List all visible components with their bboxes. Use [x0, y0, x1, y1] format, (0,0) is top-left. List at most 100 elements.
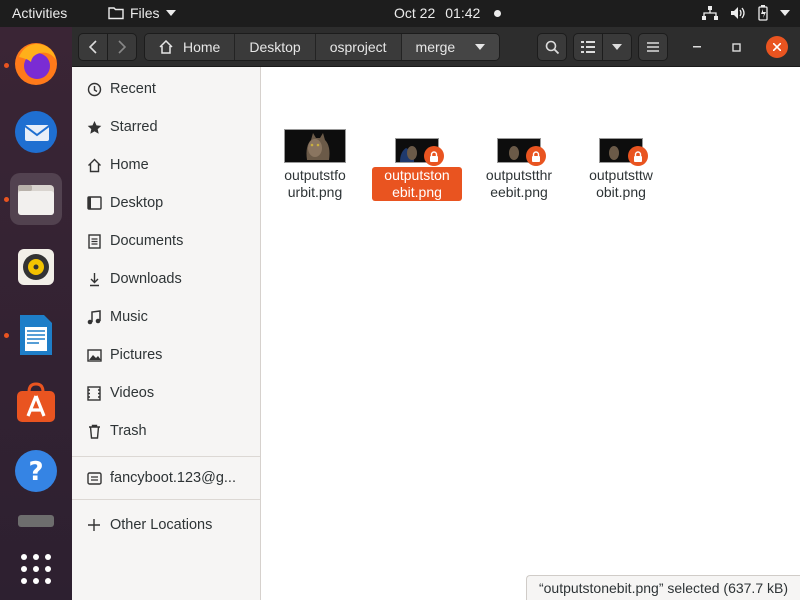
show-applications-button[interactable] — [10, 543, 62, 595]
document-icon — [86, 233, 102, 249]
view-mode-button[interactable] — [573, 33, 603, 61]
libreoffice-writer-launcher[interactable] — [10, 309, 62, 361]
clock-icon — [86, 81, 102, 97]
network-drive-icon — [86, 470, 102, 486]
firefox-launcher[interactable] — [10, 38, 62, 90]
notification-dot — [494, 9, 502, 17]
file-name: outputstfo urbit.png — [284, 167, 346, 200]
sidebar-item-label: Desktop — [110, 195, 164, 211]
minimize-icon — [693, 46, 701, 48]
sidebar-item-label: Pictures — [110, 347, 163, 363]
top-bar: Activities Files Oct 22 01:42 — [0, 0, 800, 27]
hamburger-icon — [647, 42, 659, 52]
help-launcher[interactable]: ? — [10, 445, 62, 497]
file-item[interactable]: outputston ebit.png — [372, 138, 462, 201]
view-options-button[interactable] — [602, 33, 632, 61]
close-button[interactable] — [766, 36, 788, 58]
sidebar-item-starred[interactable]: Starred — [72, 109, 260, 145]
maximize-button[interactable] — [728, 39, 744, 55]
sidebar-item-home[interactable]: Home — [72, 147, 260, 183]
removable-drive-launcher[interactable] — [10, 510, 62, 530]
firefox-icon — [15, 43, 57, 85]
ubuntu-software-launcher[interactable] — [10, 376, 62, 428]
forward-button[interactable] — [107, 33, 137, 61]
sidebar-item-trash[interactable]: Trash — [72, 413, 260, 449]
sidebar-item-label: Downloads — [110, 271, 182, 287]
thunderbird-launcher[interactable] — [10, 106, 62, 158]
chevron-right-icon — [118, 40, 126, 54]
drive-icon — [18, 515, 54, 527]
sidebar-item-recent[interactable]: Recent — [72, 71, 260, 107]
clock[interactable]: Oct 22 01:42 — [394, 5, 502, 21]
sidebar-divider — [72, 456, 260, 457]
chevron-left-icon — [89, 40, 97, 54]
files-icon — [108, 7, 124, 20]
sidebar-item-downloads[interactable]: Downloads — [72, 261, 260, 297]
dock: ? — [0, 27, 72, 600]
search-icon — [545, 40, 559, 54]
sidebar-item-other-locations[interactable]: Other Locations — [72, 507, 260, 543]
app-menu[interactable]: Files — [108, 5, 176, 21]
back-button[interactable] — [78, 33, 108, 61]
files-window: Home Desktop osproject merge Recent Star… — [72, 27, 800, 600]
sidebar-item-videos[interactable]: Videos — [72, 375, 260, 411]
sidebar-item-label: Music — [110, 309, 148, 325]
breadcrumb-merge[interactable]: merge — [401, 34, 500, 60]
battery-icon — [758, 5, 768, 21]
sidebar-item-pictures[interactable]: Pictures — [72, 337, 260, 373]
volume-icon — [731, 7, 745, 19]
files-icon — [18, 185, 54, 215]
music-icon — [86, 309, 102, 325]
file-name: outputstthr eebit.png — [485, 167, 553, 200]
file-grid: outputstfo urbit.png outputston ebit.png o… — [261, 67, 800, 600]
close-icon — [773, 43, 781, 51]
status-bar: “outputstonebit.png” selected (637.7 kB) — [525, 575, 800, 600]
video-icon — [86, 385, 102, 401]
app-menu-label: Files — [130, 5, 160, 21]
sidebar-item-desktop[interactable]: Desktop — [72, 185, 260, 221]
download-icon — [86, 271, 102, 287]
breadcrumb-label: Desktop — [249, 39, 301, 55]
star-icon — [86, 119, 102, 135]
breadcrumb-osproject[interactable]: osproject — [315, 34, 402, 60]
sidebar-item-label: Documents — [110, 233, 184, 249]
sidebar-item-label: Recent — [110, 81, 156, 97]
files-launcher[interactable] — [10, 173, 62, 225]
svg-text:?: ? — [28, 457, 43, 487]
system-tray[interactable] — [702, 5, 790, 21]
breadcrumb-label: Home — [183, 39, 221, 55]
picture-icon — [86, 347, 102, 363]
lock-icon — [526, 146, 546, 166]
chevron-down-icon — [475, 44, 486, 50]
header-bar: Home Desktop osproject merge — [72, 27, 800, 67]
chevron-down-icon — [165, 10, 176, 16]
help-icon: ? — [15, 450, 57, 492]
minimize-button[interactable] — [689, 39, 705, 55]
sidebar: Recent Starred Home Desktop Documents Do… — [72, 67, 261, 600]
search-button[interactable] — [537, 33, 567, 61]
rhythmbox-launcher[interactable] — [10, 241, 62, 293]
file-item[interactable]: outputstthr eebit.png — [474, 138, 564, 201]
chevron-down-icon — [612, 44, 622, 50]
file-item[interactable]: outputstfo urbit.png — [270, 129, 360, 201]
sidebar-item-account[interactable]: fancyboot.123@g... — [72, 460, 260, 496]
running-indicator — [4, 197, 9, 202]
breadcrumb-label: osproject — [329, 39, 387, 55]
file-item[interactable]: outputsttw obit.png — [576, 138, 666, 201]
breadcrumb-desktop[interactable]: Desktop — [235, 34, 316, 60]
sidebar-item-music[interactable]: Music — [72, 299, 260, 335]
trash-icon — [86, 423, 102, 439]
file-name: outputston ebit.png — [372, 167, 462, 201]
activities-button[interactable]: Activities — [12, 5, 67, 21]
image-thumbnail — [284, 129, 346, 163]
file-name: outputsttw obit.png — [589, 167, 653, 200]
software-store-icon — [17, 382, 55, 422]
image-thumbnail — [497, 138, 546, 166]
sidebar-item-documents[interactable]: Documents — [72, 223, 260, 259]
sidebar-item-label: fancyboot.123@g... — [110, 470, 236, 486]
main-menu-button[interactable] — [638, 33, 668, 61]
home-icon — [159, 40, 173, 54]
running-indicator — [4, 333, 9, 338]
grid-icon — [21, 554, 51, 584]
breadcrumb-home[interactable]: Home — [145, 34, 236, 60]
